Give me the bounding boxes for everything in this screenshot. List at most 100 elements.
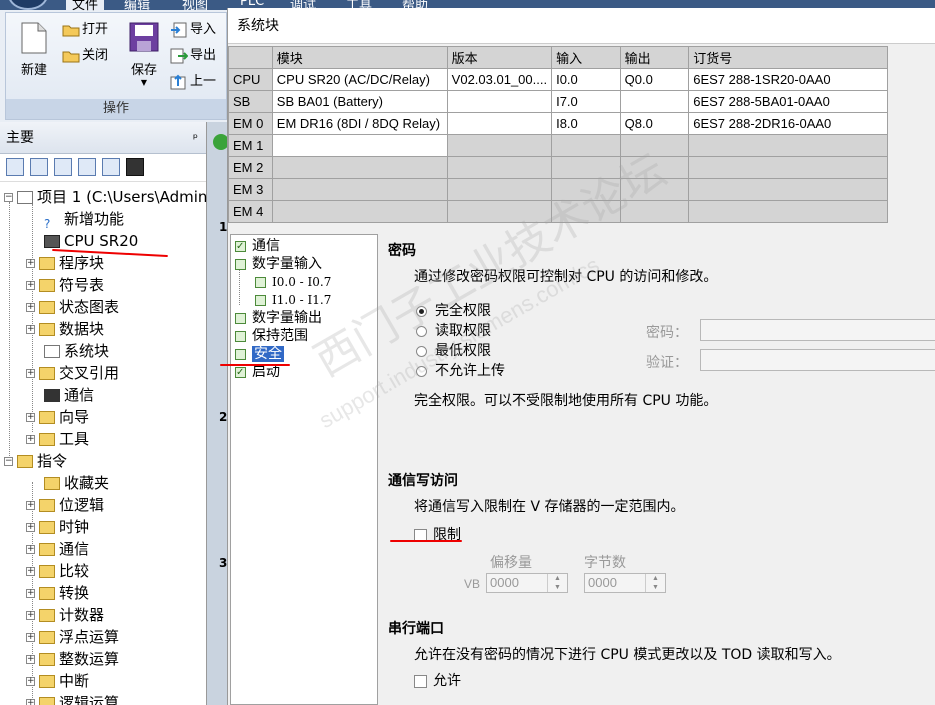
save-button[interactable]: 保存 ▼ — [124, 21, 164, 87]
spinner-arrows-icon[interactable]: ▲ ▼ — [547, 574, 567, 592]
verify-input[interactable] — [700, 349, 935, 371]
expand-icon[interactable]: + — [26, 325, 35, 334]
table-row[interactable]: EM 0 EM DR16 (8DI / 8DQ Relay) I8.0 Q8.0… — [228, 112, 888, 135]
bytes-spinner[interactable]: 0000 ▲ ▼ — [584, 573, 666, 593]
tree-item-wizard[interactable]: + 向导 — [26, 406, 89, 428]
expand-icon[interactable]: + — [26, 501, 35, 510]
table-cell[interactable] — [271, 200, 448, 223]
expand-icon[interactable]: + — [26, 677, 35, 686]
expand-icon[interactable]: + — [26, 523, 35, 532]
app-menu-button[interactable] — [8, 0, 48, 10]
open-button[interactable]: 打开 — [62, 19, 108, 41]
tree-instr-favorites[interactable]: 收藏夹 — [44, 472, 109, 494]
table-row[interactable]: EM 2 — [228, 156, 888, 179]
export-button[interactable]: 导出 — [170, 45, 216, 67]
tree-instr-compare[interactable]: + 比较 — [26, 560, 89, 582]
import-button[interactable]: 导入 — [170, 19, 216, 41]
cfg-item-di-range-1[interactable]: I1.0 - I1.7 — [255, 291, 331, 309]
expand-icon[interactable]: + — [26, 589, 35, 598]
radio-full-access[interactable]: 完全权限 — [416, 300, 491, 320]
tree-item-label: 符号表 — [59, 276, 105, 294]
tree-item-tools[interactable]: + 工具 — [26, 428, 89, 450]
tree-item-data-block[interactable]: + 数据块 — [26, 318, 104, 340]
tab-edit[interactable]: 编辑 — [124, 0, 150, 13]
cfg-item-di-range-0[interactable]: I0.0 - I0.7 — [255, 273, 331, 291]
cfg-item-label: 启动 — [252, 364, 280, 380]
table-row[interactable]: EM 1 — [228, 134, 888, 157]
table-row[interactable]: EM 3 — [228, 178, 888, 201]
expand-icon[interactable]: + — [26, 567, 35, 576]
pin-icon[interactable]: ᵖ — [193, 122, 198, 154]
tree-item-program-block[interactable]: + 程序块 — [26, 252, 104, 274]
tree-project[interactable]: − 项目 1 (C:\Users\Admin — [4, 186, 207, 208]
monitor-icon[interactable] — [126, 158, 144, 176]
close-button[interactable]: 关闭 — [62, 45, 108, 67]
spinner-arrows-icon[interactable]: ▲ ▼ — [645, 574, 665, 592]
tree-item-cross-ref[interactable]: + 交叉引用 — [26, 362, 119, 384]
tab-file[interactable]: 文件 — [66, 0, 105, 13]
table-cell: EM 0 — [228, 112, 273, 135]
table-cell[interactable] — [271, 178, 448, 201]
table-cell[interactable] — [271, 156, 448, 179]
tree-instr-integer[interactable]: + 整数运算 — [26, 648, 119, 670]
tree-instr-convert[interactable]: + 转换 — [26, 582, 89, 604]
offset-spinner[interactable]: 0000 ▲ ▼ — [486, 573, 568, 593]
expand-icon[interactable]: + — [26, 303, 35, 312]
list-icon[interactable] — [54, 158, 72, 176]
collapse-icon[interactable]: − — [4, 457, 13, 466]
tree-instr-logic[interactable]: + 逻辑运算 — [26, 692, 119, 705]
check-icon — [255, 295, 266, 306]
expand-icon[interactable]: + — [26, 699, 35, 705]
upload-button[interactable]: 上一 — [170, 71, 216, 93]
expand-icon[interactable]: + — [26, 611, 35, 620]
expand-icon[interactable]: + — [26, 281, 35, 290]
table-cell[interactable]: EM DR16 (8DI / 8DQ Relay) — [271, 112, 448, 135]
block-icon[interactable] — [78, 158, 96, 176]
serial-desc: 允许在没有密码的情况下进行 CPU 模式更改以及 TOD 读取和写入。 — [414, 647, 841, 663]
table-row[interactable]: CPU CPU SR20 (AC/DC/Relay) V02.03.01_00.… — [228, 68, 888, 91]
tree-instructions[interactable]: − 指令 — [4, 450, 67, 472]
chart-icon[interactable] — [102, 158, 120, 176]
expand-icon[interactable]: + — [26, 655, 35, 664]
allow-checkbox[interactable]: 允许 — [414, 670, 461, 690]
expand-icon[interactable]: + — [26, 369, 35, 378]
radio-no-upload[interactable]: 不允许上传 — [416, 360, 505, 380]
table-row[interactable]: SB SB BA01 (Battery) I7.0 6ES7 288-5BA01… — [228, 90, 888, 113]
expand-icon[interactable]: + — [26, 413, 35, 422]
password-input[interactable] — [700, 319, 935, 341]
tree-item-comm[interactable]: 通信 — [44, 384, 94, 406]
expand-icon[interactable]: + — [26, 435, 35, 444]
table-cell[interactable]: CPU SR20 (AC/DC/Relay) — [271, 68, 448, 91]
tree-item-new-features[interactable]: ? 新增功能 — [44, 208, 124, 231]
expand-icon[interactable]: + — [26, 259, 35, 268]
tree-item-status-chart[interactable]: + 状态图表 — [26, 296, 119, 318]
table-icon[interactable] — [30, 158, 48, 176]
tree-item-symbol-table[interactable]: + 符号表 — [26, 274, 104, 296]
tab-view[interactable]: 视图 — [182, 0, 208, 13]
expand-icon[interactable]: + — [26, 545, 35, 554]
tree-instr-counter[interactable]: + 计数器 — [26, 604, 104, 626]
table-cell[interactable] — [271, 134, 448, 157]
cfg-item-digital-input[interactable]: 数字量输入 — [235, 255, 322, 273]
view-icon[interactable] — [6, 158, 24, 176]
tree-item-label: 程序块 — [59, 254, 105, 272]
radio-read-access[interactable]: 读取权限 — [416, 320, 491, 340]
cfg-item-comm[interactable]: 通信 — [235, 237, 280, 256]
collapse-icon[interactable]: − — [4, 193, 13, 202]
cfg-item-security[interactable]: 安全 — [235, 345, 284, 363]
tree-item-label: 浮点运算 — [59, 628, 120, 646]
tree-instr-interrupt[interactable]: + 中断 — [26, 670, 89, 692]
tree-instr-comm[interactable]: + 通信 — [26, 538, 89, 560]
new-button[interactable]: 新建 — [14, 21, 54, 78]
tree-instr-float[interactable]: + 浮点运算 — [26, 626, 119, 648]
cfg-item-digital-output[interactable]: 数字量输出 — [235, 309, 322, 327]
radio-minimum-access[interactable]: 最低权限 — [416, 340, 491, 360]
table-row[interactable]: EM 4 — [228, 200, 888, 223]
cfg-item-retentive[interactable]: 保持范围 — [235, 327, 308, 345]
save-dropdown-icon[interactable]: ▼ — [124, 78, 164, 87]
tree-item-system-block[interactable]: 系统块 — [44, 340, 109, 362]
expand-icon[interactable]: + — [26, 633, 35, 642]
table-cell[interactable]: SB BA01 (Battery) — [271, 90, 448, 113]
tree-instr-bit-logic[interactable]: + 位逻辑 — [26, 494, 104, 516]
tree-instr-clock[interactable]: + 时钟 — [26, 516, 89, 538]
